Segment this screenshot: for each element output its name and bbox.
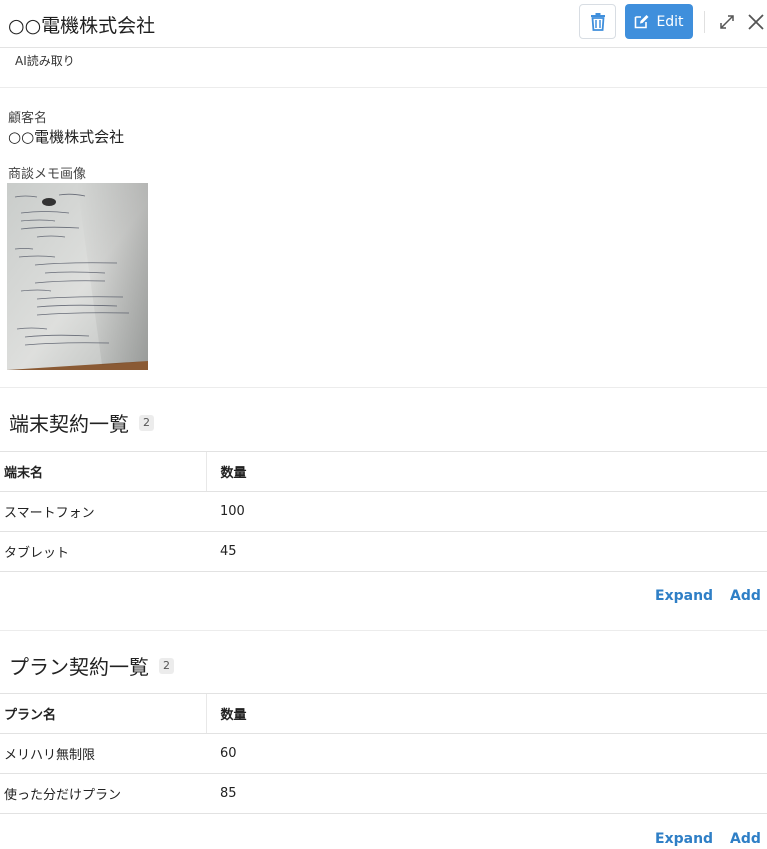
tab-ai-reading[interactable]: AI読み取り xyxy=(15,52,75,69)
column-header-plan-name[interactable]: プラン名 xyxy=(0,693,206,734)
quantity-cell: 100 xyxy=(206,491,767,532)
terminal-contracts-add-link[interactable]: Add xyxy=(730,588,761,604)
column-header-quantity[interactable]: 数量 xyxy=(205,693,767,734)
edit-button[interactable]: Edit xyxy=(625,4,693,39)
record-title: ○○電機株式会社 xyxy=(8,15,156,37)
header-divider xyxy=(704,11,705,33)
memo-image-label: 商談メモ画像 xyxy=(8,167,87,182)
terminal-contracts-expand-link[interactable]: Expand xyxy=(655,588,713,604)
expand-window-button[interactable] xyxy=(716,11,738,33)
delete-button[interactable] xyxy=(579,4,616,39)
column-header-terminal-name[interactable]: 端末名 xyxy=(0,451,206,492)
terminal-contracts-heading: 端末契約一覧 xyxy=(9,412,129,436)
trash-icon xyxy=(590,12,605,31)
table-header-row: プラン名 数量 xyxy=(0,693,767,734)
quantity-cell: 45 xyxy=(206,531,767,572)
close-button[interactable] xyxy=(745,10,767,34)
plan-contracts-count-badge: 2 xyxy=(159,657,174,674)
divider xyxy=(0,630,767,631)
close-icon xyxy=(748,14,764,30)
terminal-contracts-count-badge: 2 xyxy=(139,414,154,431)
table-row[interactable]: 使った分だけプラン 85 xyxy=(0,773,767,814)
column-header-quantity[interactable]: 数量 xyxy=(205,451,767,492)
edit-button-label: Edit xyxy=(656,13,684,30)
plan-contracts-table: プラン名 数量 メリハリ無制限 60 使った分だけプラン 85 xyxy=(0,693,767,814)
table-row[interactable]: スマートフォン 100 xyxy=(0,491,767,532)
plan-name-cell: メリハリ無制限 xyxy=(0,733,206,774)
quantity-cell: 60 xyxy=(206,733,767,774)
table-row[interactable]: タブレット 45 xyxy=(0,531,767,572)
plan-contracts-heading: プラン契約一覧 xyxy=(9,655,149,679)
divider xyxy=(0,387,767,388)
plan-contracts-title: プラン契約一覧 2 xyxy=(9,651,174,680)
handwritten-memo-photo xyxy=(7,183,148,370)
customer-name-value: ○○電機株式会社 xyxy=(8,128,125,146)
plan-contracts-expand-link[interactable]: Expand xyxy=(655,831,713,847)
table-header-row: 端末名 数量 xyxy=(0,451,767,492)
record-header: ○○電機株式会社 Edit xyxy=(0,0,767,48)
terminal-name-cell: タブレット xyxy=(0,531,206,572)
plan-contracts-add-link[interactable]: Add xyxy=(730,831,761,847)
divider xyxy=(0,87,767,88)
terminal-name-cell: スマートフォン xyxy=(0,491,206,532)
table-row[interactable]: メリハリ無制限 60 xyxy=(0,733,767,774)
plan-name-cell: 使った分だけプラン xyxy=(0,773,206,814)
terminal-contracts-table: 端末名 数量 スマートフォン 100 タブレット 45 xyxy=(0,451,767,572)
expand-arrows-icon xyxy=(720,15,734,29)
memo-image-thumbnail[interactable] xyxy=(7,183,148,370)
terminal-contracts-title: 端末契約一覧 2 xyxy=(9,408,154,437)
edit-icon xyxy=(635,15,649,29)
quantity-cell: 85 xyxy=(206,773,767,814)
customer-name-label: 顧客名 xyxy=(8,111,48,126)
